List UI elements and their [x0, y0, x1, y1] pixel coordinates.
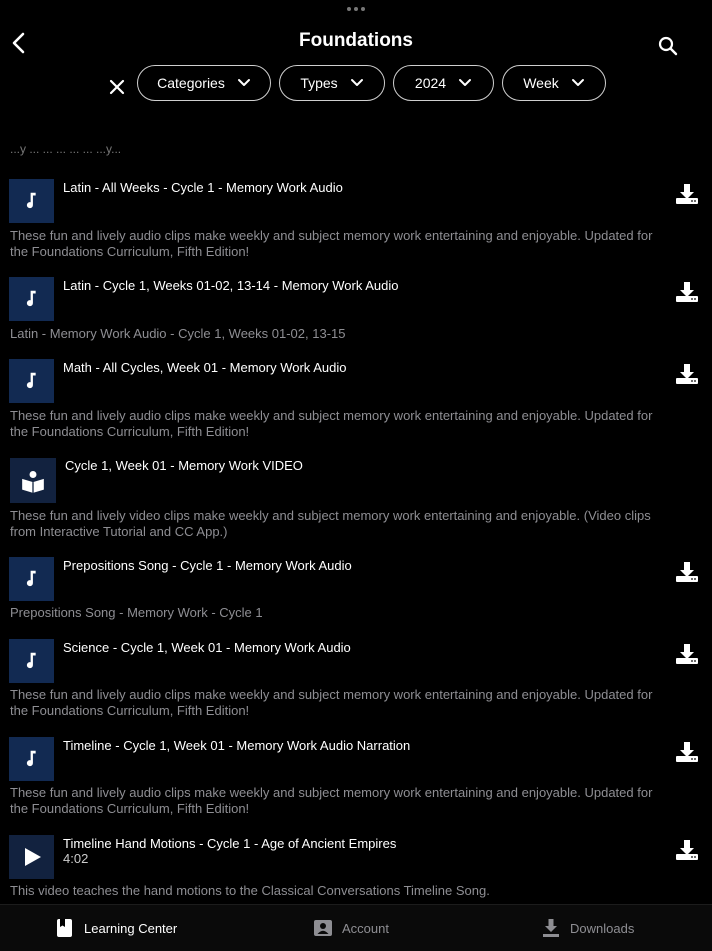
- item-title: Timeline Hand Motions - Cycle 1 - Age of…: [63, 836, 397, 851]
- chevron-down-icon: [571, 79, 584, 86]
- tab-downloads[interactable]: Downloads: [542, 905, 634, 951]
- item-description-line: the Foundations Curriculum, Fifth Editio…: [10, 424, 250, 439]
- download-icon: [676, 282, 698, 302]
- item-description-line: These fun and lively audio clips make we…: [10, 408, 653, 423]
- scrolled-text: ...y ... ... ... ... ... ...y...: [10, 146, 122, 156]
- item-title: Math - All Cycles, Week 01 - Memory Work…: [63, 360, 347, 375]
- categories-filter-label: Categories: [157, 75, 225, 91]
- chevron-down-icon: [459, 79, 472, 86]
- item-description-line: from Interactive Tutorial and CC App.): [10, 524, 228, 539]
- item-description: These fun and lively video clips make we…: [10, 508, 700, 540]
- header: Foundations: [0, 26, 712, 60]
- chevron-down-icon: [350, 79, 363, 86]
- download-icon: [676, 184, 698, 204]
- download-icon: [676, 364, 698, 384]
- tab-account[interactable]: Account: [314, 905, 389, 951]
- video-thumbnail: [10, 458, 56, 503]
- tab-downloads-label: Downloads: [570, 920, 635, 936]
- download-button[interactable]: [675, 362, 699, 386]
- music-note-icon: [26, 192, 36, 209]
- clear-filters-button[interactable]: [106, 76, 128, 98]
- download-button[interactable]: [675, 642, 699, 666]
- video-thumbnail: [9, 835, 54, 879]
- item-description-line: These fun and lively video clips make we…: [10, 508, 651, 523]
- item-title: Cycle 1, Week 01 - Memory Work VIDEO: [65, 458, 303, 473]
- item-description-line: This video teaches the hand motions to t…: [10, 883, 490, 898]
- item-description: These fun and lively audio clips make we…: [10, 785, 700, 817]
- item-description: These fun and lively audio clips make we…: [10, 228, 700, 260]
- item-title: Latin - Cycle 1, Weeks 01-02, 13-14 - Me…: [63, 278, 399, 293]
- year-filter-label: 2024: [414, 75, 447, 91]
- music-note-icon: [26, 372, 36, 389]
- tab-bar: Learning Center Account Downloads: [0, 904, 712, 951]
- music-note-icon: [26, 570, 36, 587]
- download-button[interactable]: [675, 740, 699, 764]
- types-filter[interactable]: Types: [279, 65, 385, 101]
- search-button[interactable]: [656, 34, 680, 58]
- download-icon: [676, 840, 698, 860]
- item-description-line: the Foundations Curriculum, Fifth Editio…: [10, 703, 250, 718]
- filter-bar: Categories Types 2024 Week: [0, 64, 712, 106]
- week-filter[interactable]: Week: [502, 65, 606, 101]
- window-handle[interactable]: [346, 5, 366, 13]
- item-description: This video teaches the hand motions to t…: [10, 883, 700, 899]
- audio-thumbnail: [9, 359, 54, 403]
- download-icon: [676, 742, 698, 762]
- item-title: Latin - All Weeks - Cycle 1 - Memory Wor…: [63, 180, 343, 195]
- close-icon: [109, 79, 125, 95]
- week-filter-label: Week: [523, 75, 559, 91]
- download-icon: [676, 562, 698, 582]
- item-description: These fun and lively audio clips make we…: [10, 408, 700, 440]
- audio-thumbnail: [9, 179, 54, 223]
- chevron-down-icon: [237, 79, 250, 86]
- music-note-icon: [26, 652, 36, 669]
- download-button[interactable]: [675, 182, 699, 206]
- audio-thumbnail: [9, 277, 54, 321]
- item-description: Prepositions Song - Memory Work - Cycle …: [10, 605, 700, 621]
- tab-learning-center-label: Learning Center: [84, 920, 178, 936]
- item-description-line: Prepositions Song - Memory Work - Cycle …: [10, 605, 263, 620]
- page-title: Foundations: [299, 30, 413, 51]
- item-description-line: the Foundations Curriculum, Fifth Editio…: [10, 244, 250, 259]
- item-description-line: These fun and lively audio clips make we…: [10, 785, 653, 800]
- tab-account-label: Account: [342, 920, 389, 936]
- item-description-line: the Foundations Curriculum, Fifth Editio…: [10, 801, 250, 816]
- download-button[interactable]: [675, 838, 699, 862]
- item-duration: 4:02: [63, 851, 89, 866]
- item-title: Prepositions Song - Cycle 1 - Memory Wor…: [63, 558, 352, 573]
- item-description: These fun and lively audio clips make we…: [10, 687, 700, 719]
- tab-learning-center[interactable]: Learning Center: [56, 905, 177, 951]
- download-button[interactable]: [675, 560, 699, 584]
- music-note-icon: [26, 290, 36, 307]
- item-description-line: These fun and lively audio clips make we…: [10, 687, 653, 702]
- account-icon: [314, 920, 332, 936]
- download-icon: [543, 919, 559, 937]
- item-title: Science - Cycle 1, Week 01 - Memory Work…: [63, 640, 351, 655]
- reading-person-icon: [22, 470, 44, 493]
- item-title: Timeline - Cycle 1, Week 01 - Memory Wor…: [63, 738, 411, 753]
- audio-thumbnail: [9, 639, 54, 683]
- audio-thumbnail: [9, 557, 54, 601]
- categories-filter[interactable]: Categories: [137, 65, 271, 101]
- book-icon: [57, 919, 72, 937]
- types-filter-label: Types: [300, 75, 338, 91]
- download-icon: [676, 644, 698, 664]
- audio-thumbnail: [9, 737, 54, 781]
- download-button[interactable]: [675, 280, 699, 304]
- search-icon: [658, 36, 678, 56]
- item-description-line: Latin - Memory Work Audio - Cycle 1, Wee…: [10, 326, 346, 341]
- item-description: Latin - Memory Work Audio - Cycle 1, Wee…: [10, 326, 700, 342]
- item-description-line: These fun and lively audio clips make we…: [10, 228, 653, 243]
- year-filter[interactable]: 2024: [393, 65, 494, 101]
- music-note-icon: [26, 750, 36, 767]
- play-icon: [24, 848, 41, 866]
